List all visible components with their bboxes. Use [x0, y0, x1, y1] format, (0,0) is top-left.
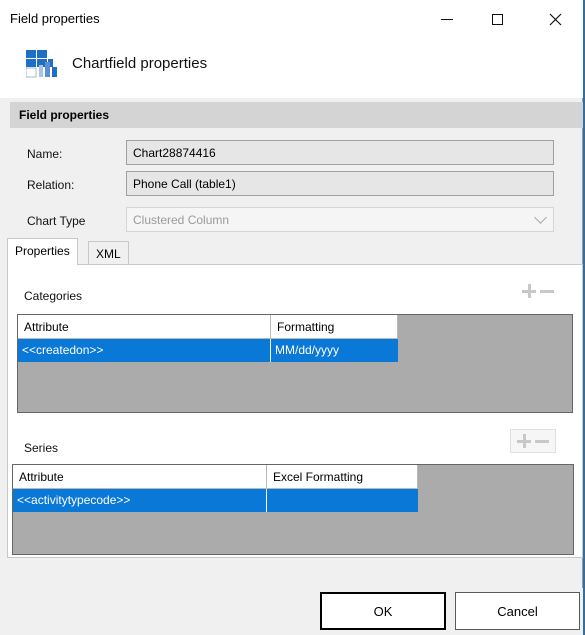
chevron-down-icon: [534, 211, 547, 224]
window-title: Field properties: [10, 11, 100, 26]
minimize-icon: [441, 18, 453, 20]
close-icon: [549, 13, 561, 25]
series-label: Series: [24, 441, 59, 455]
header-title: Chartfield properties: [72, 55, 208, 72]
cancel-button[interactable]: Cancel: [455, 592, 580, 630]
cell-attribute[interactable]: <<createdon>>: [18, 339, 271, 362]
table-row[interactable]: <<createdon>> MM/dd/yyyy: [18, 339, 398, 362]
tab-properties[interactable]: Properties: [7, 238, 78, 265]
section-title: Field properties: [19, 108, 110, 122]
ok-button[interactable]: OK: [320, 592, 446, 630]
name-field[interactable]: Chart28874416: [126, 140, 554, 165]
add-category-button[interactable]: [522, 284, 536, 298]
cell-excel-formatting[interactable]: [267, 489, 418, 512]
maximize-button[interactable]: [474, 0, 520, 38]
remove-series-button[interactable]: [535, 434, 549, 448]
relation-field[interactable]: Phone Call (table1): [126, 171, 554, 196]
categories-grid[interactable]: Attribute Formatting <<createdon>> MM/dd…: [17, 314, 573, 413]
add-series-button[interactable]: [517, 434, 531, 448]
dialog-window: Field properties Chartfield properties F…: [0, 0, 583, 635]
column-header-formatting[interactable]: Formatting: [271, 315, 398, 339]
remove-category-button[interactable]: [540, 284, 554, 298]
chart-type-label: Chart Type: [27, 214, 86, 228]
chart-type-select[interactable]: Clustered Column: [126, 207, 554, 232]
name-label: Name:: [27, 147, 63, 161]
chart-type-value: Clustered Column: [133, 213, 230, 227]
title-bar: Field properties: [0, 0, 583, 38]
column-header-excel-formatting[interactable]: Excel Formatting: [267, 465, 418, 489]
relation-label: Relation:: [27, 178, 75, 192]
categories-grid-header: Attribute Formatting: [18, 315, 398, 339]
column-header-attribute[interactable]: Attribute: [18, 315, 271, 339]
close-button[interactable]: [532, 0, 578, 38]
cell-attribute[interactable]: <<activitytypecode>>: [13, 489, 267, 512]
categories-actions: [522, 284, 554, 298]
chart-logo-icon: [26, 50, 57, 78]
cell-formatting[interactable]: MM/dd/yyyy: [271, 339, 398, 362]
categories-label: Categories: [24, 289, 83, 303]
table-row[interactable]: <<activitytypecode>>: [13, 489, 418, 512]
series-grid[interactable]: Attribute Excel Formatting <<activitytyp…: [12, 464, 574, 555]
column-header-attribute[interactable]: Attribute: [13, 465, 267, 489]
tab-xml[interactable]: XML: [88, 241, 129, 265]
series-actions: [510, 429, 556, 453]
maximize-icon: [491, 13, 503, 25]
section-header: Field properties: [10, 102, 583, 128]
minimize-button[interactable]: [424, 0, 470, 38]
series-grid-header: Attribute Excel Formatting: [13, 465, 418, 489]
dialog-header: Chartfield properties: [0, 38, 583, 98]
